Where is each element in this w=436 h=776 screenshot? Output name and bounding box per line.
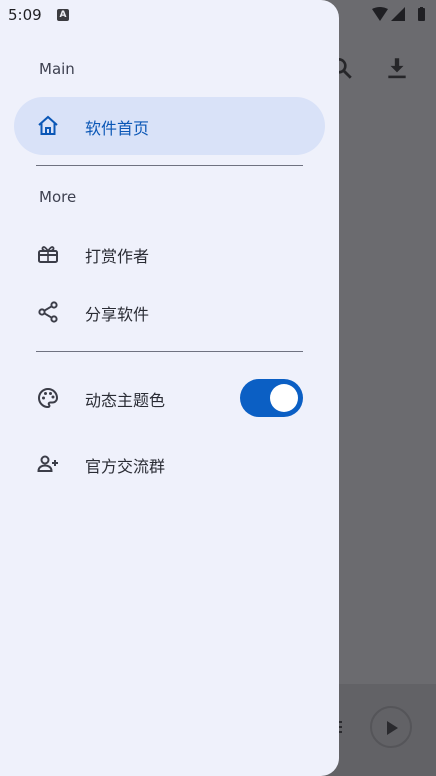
drawer-item-label: 分享软件 — [85, 305, 150, 324]
divider — [36, 351, 303, 352]
home-icon — [36, 114, 60, 138]
section-header-main: Main — [39, 60, 75, 78]
share-icon — [36, 300, 60, 324]
drawer-item-share[interactable]: 分享软件 — [14, 283, 325, 341]
palette-icon — [36, 386, 60, 410]
drawer-item-label: 官方交流群 — [85, 457, 166, 476]
drawer-item-home[interactable]: 软件首页 — [14, 97, 325, 155]
section-header-more: More — [39, 188, 77, 206]
signal-icon — [391, 7, 405, 21]
play-button — [370, 706, 412, 748]
status-icons — [372, 7, 432, 23]
switch-knob — [270, 384, 298, 412]
divider — [36, 165, 303, 166]
status-bar: 5:09 A — [0, 0, 436, 30]
drawer-item-label: 软件首页 — [85, 119, 150, 138]
drawer-item-dynamic-color[interactable]: 动态主题色 — [14, 369, 325, 427]
battery-icon — [418, 8, 425, 21]
drawer-item-label: 打赏作者 — [85, 247, 150, 266]
group-add-icon — [36, 452, 60, 476]
download-icon — [384, 55, 410, 81]
drawer-item-community-group[interactable]: 官方交流群 — [14, 435, 325, 493]
drawer-item-label: 动态主题色 — [85, 391, 166, 410]
gift-icon — [36, 242, 60, 266]
wifi-icon — [372, 7, 388, 21]
accessibility-icon: A — [57, 9, 69, 21]
drawer-item-donate[interactable]: 打赏作者 — [14, 225, 325, 283]
dynamic-color-switch[interactable] — [240, 379, 303, 417]
status-time: 5:09 — [8, 6, 42, 24]
navigation-drawer: Main 软件首页 More 打赏作者 分享软件 动态主题色 官方交流群 — [0, 0, 339, 776]
